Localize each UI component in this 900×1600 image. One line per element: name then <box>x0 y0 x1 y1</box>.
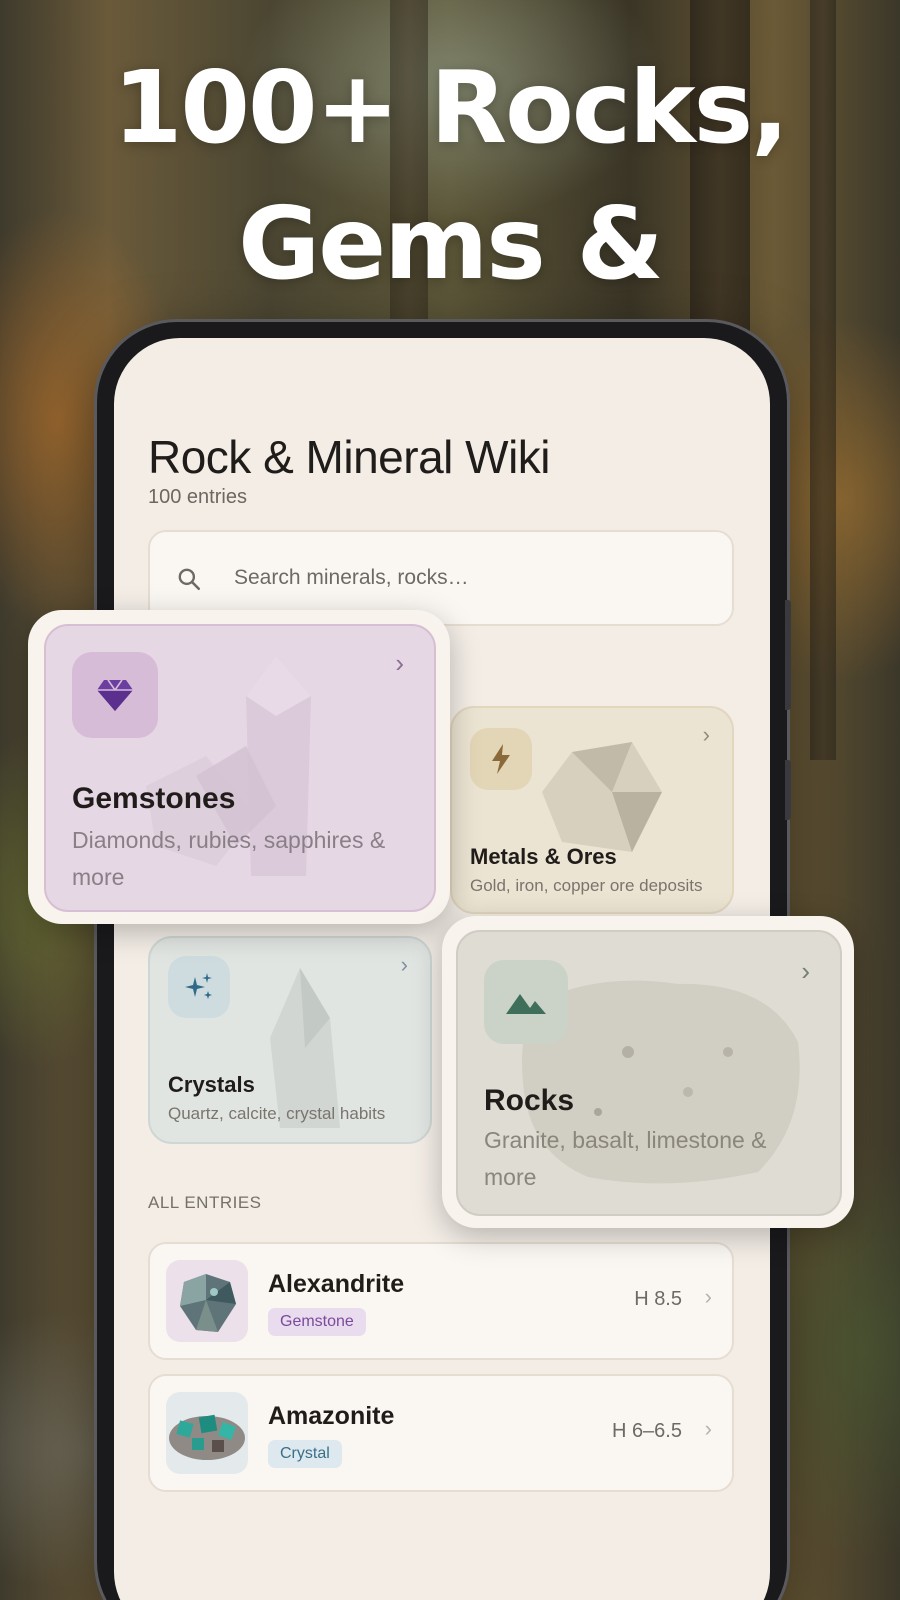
category-card-metals[interactable]: › Metals & Ores Gold, iron, copper ore d… <box>450 706 734 914</box>
search-input[interactable] <box>234 558 714 598</box>
entry-hardness: H 6–6.5 <box>611 1420 682 1442</box>
chevron-right-icon: › <box>801 956 810 986</box>
chevron-right-icon: › <box>704 1284 712 1309</box>
phone-side-button <box>785 760 791 820</box>
category-name: Rocks <box>484 1084 575 1117</box>
chevron-right-icon: › <box>395 648 404 678</box>
entry-tag: Crystal <box>268 1440 342 1468</box>
entry-tag: Gemstone <box>268 1308 366 1336</box>
category-name: Metals & Ores <box>470 844 617 869</box>
featured-card-frame: › Rocks Granite, basalt, limestone & mor… <box>442 916 854 1228</box>
chevron-right-icon: › <box>704 1416 712 1441</box>
category-description: Quartz, calcite, crystal habits <box>168 1104 386 1123</box>
entry-thumbnail <box>166 1260 248 1342</box>
category-name: Crystals <box>168 1072 255 1097</box>
sparkle-icon <box>185 973 212 999</box>
category-card-rocks[interactable]: › Rocks Granite, basalt, limestone & mor… <box>456 930 842 1216</box>
category-name: Gemstones <box>72 782 236 815</box>
category-description: Diamonds, rubies, sapphires & more <box>72 827 386 890</box>
mountain-icon <box>506 994 546 1014</box>
category-card-crystals[interactable]: › Crystals Quartz, calcite, crystal habi… <box>148 936 432 1144</box>
gem-icon <box>97 679 133 711</box>
phone-side-button <box>785 600 791 710</box>
category-description: Gold, iron, copper ore deposits <box>470 876 703 895</box>
category-description: Granite, basalt, limestone & more <box>484 1127 767 1190</box>
entry-name: Amazonite <box>268 1402 395 1430</box>
section-label-all-entries: ALL ENTRIES <box>148 1193 262 1212</box>
amazonite-image <box>169 1414 245 1460</box>
gem-icon-tile <box>72 652 158 738</box>
headline-line-1: 100+ Rocks, <box>112 49 789 166</box>
chevron-right-icon: › <box>400 952 408 977</box>
bolt-icon <box>492 744 510 774</box>
list-item[interactable]: Amazonite Crystal H 6–6.5 › <box>148 1374 734 1492</box>
featured-card-frame: › Gemstones Diamonds, rubies, sapphires … <box>28 610 450 924</box>
alexandrite-image <box>180 1274 236 1332</box>
entry-thumbnail <box>166 1392 248 1474</box>
list-item[interactable]: Alexandrite Gemstone H 8.5 › <box>148 1242 734 1360</box>
entry-name: Alexandrite <box>268 1270 405 1298</box>
sparkle-icon-tile <box>168 956 230 1018</box>
search-icon <box>178 568 201 591</box>
bolt-icon-tile <box>470 728 532 790</box>
category-card-gemstones[interactable]: › Gemstones Diamonds, rubies, sapphires … <box>44 624 436 912</box>
mountain-icon-tile <box>484 960 568 1044</box>
entry-count: 100 entries <box>148 486 247 508</box>
chevron-right-icon: › <box>702 722 710 747</box>
entry-hardness: H 8.5 <box>634 1288 682 1310</box>
page-title: Rock & Mineral Wiki <box>148 431 551 483</box>
